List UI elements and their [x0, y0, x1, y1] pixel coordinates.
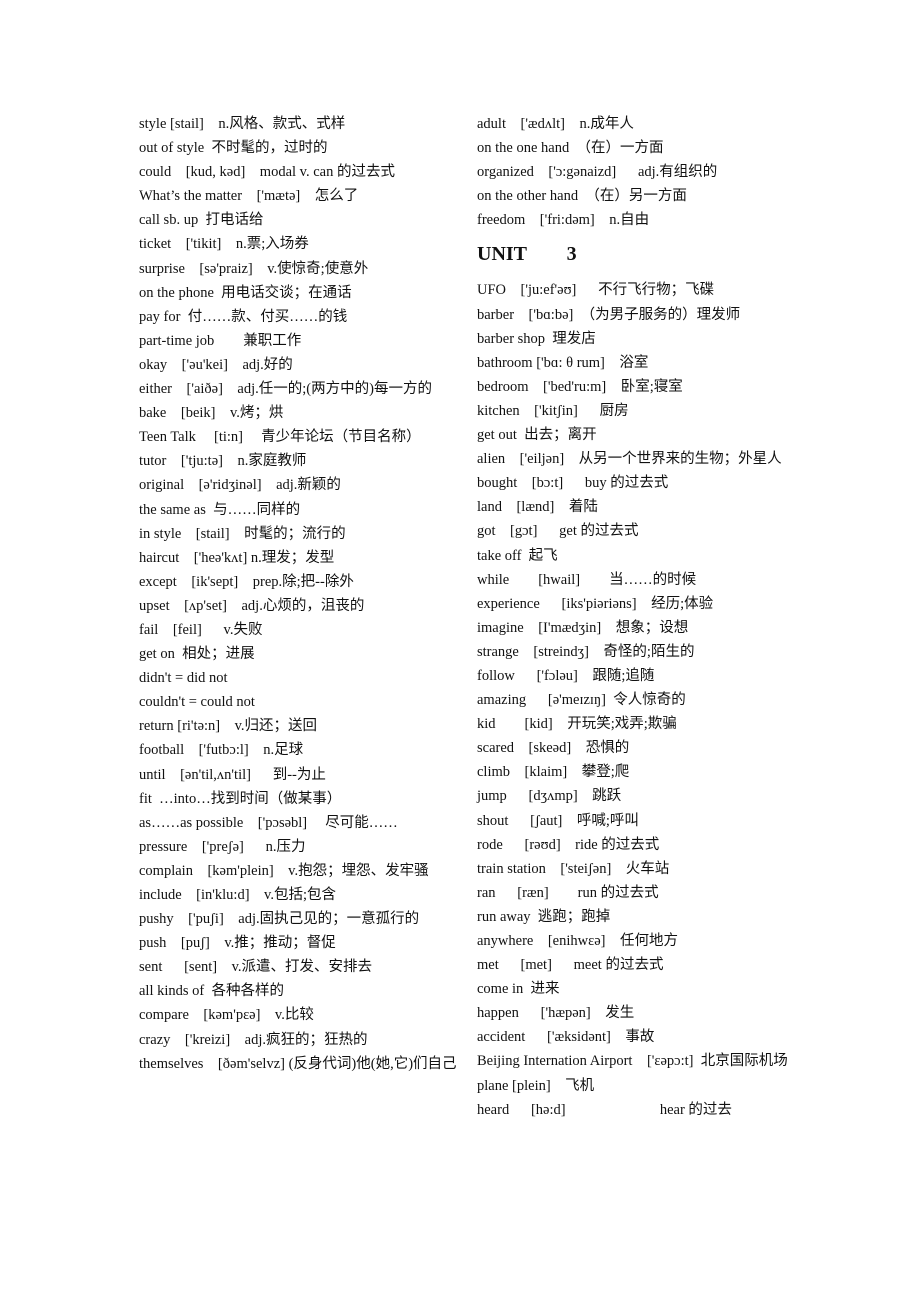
vocab-entry: call sb. up 打电话给	[139, 212, 264, 229]
vocab-entry: got [gɔt] get 的过去式	[477, 523, 639, 540]
vocab-entry: on the other hand （在）另一方面	[477, 188, 687, 205]
vocab-entry: adult ['ædʌlt] n.成年人	[477, 116, 634, 132]
vocab-entry: Teen Talk [ti:n] 青少年论坛（节目名称）	[139, 429, 421, 446]
vocab-entry: happen ['hæpən] 发生	[477, 1005, 635, 1022]
vocab-entry: Beijing Internation Airport ['εəpɔ:t] 北京…	[477, 1053, 788, 1070]
vocab-entry: run away 逃跑；跑掉	[477, 908, 611, 925]
vocab-entry: the same as 与……同样的	[139, 501, 301, 518]
vocab-entry: original [ə'ridʒinəl] adj.新颖的	[139, 477, 341, 494]
vocab-entry: freedom ['fri:dəm] n.自由	[477, 212, 650, 229]
vocab-entry: get out 出去；离开	[477, 427, 597, 444]
vocab-entry: return [ri'tə:n] v.归还；送回	[139, 718, 318, 735]
vocab-entry: kid [kid] 开玩笑;戏弄;欺骗	[477, 716, 677, 733]
vocab-entry: in style [stail] 时髦的；流行的	[139, 525, 346, 542]
vocab-entry: anywhere [enihwεə] 任何地方	[477, 933, 678, 949]
vocab-entry: amazing [ə'meɪzɪŋ] 令人惊奇的	[477, 692, 686, 709]
vocab-entry: pressure ['preʃə] n.压力	[139, 838, 306, 855]
vocab-entry: push [puʃ] v.推；推动；督促	[139, 935, 336, 952]
unit-2-entries-tail: adult ['ædʌlt] n.成年人 on the one hand （在）一…	[477, 112, 795, 232]
vocab-entry: kitchen ['kitʃin] 厨房	[477, 402, 629, 419]
vocab-entry: sent [sent] v.派遣、打发、安排去	[139, 959, 373, 976]
vocab-entry: could [kud, kəd] modal v. can 的过去式	[139, 164, 395, 181]
vocab-entry: bathroom ['bɑ: θ rum] 浴室	[477, 354, 649, 371]
vocab-entry: strange [streindʒ] 奇怪的;陌生的	[477, 643, 695, 660]
vocab-entry: organized ['ɔ:gənaizd] adj.有组织的	[477, 164, 718, 181]
vocab-entry: plane [plein] 飞机	[477, 1077, 595, 1094]
vocab-entry: either ['aiðə] adj.任一的;(两方中的)每一方的	[139, 381, 432, 398]
vocab-entry: land [lænd] 着陆	[477, 499, 598, 516]
vocab-entry: climb [klaim] 攀登;爬	[477, 764, 630, 781]
vocab-entry: barber ['bɑ:bə] （为男子服务的）理发师	[477, 306, 741, 323]
vocab-entry: alien ['eiljən] 从另一个世界来的生物；外星人	[477, 451, 782, 468]
vocab-entry: UFO ['ju:ef'əʊ] 不行飞行物；飞碟	[477, 282, 715, 299]
vocab-entry: couldn't = could not	[139, 694, 255, 711]
vocab-entry: style [stail] n.风格、款式、式样	[139, 116, 346, 132]
vocab-entry: as……as possible ['pɔsəbl] 尽可能……	[139, 814, 398, 831]
unit-3-heading: UNIT 3	[477, 243, 577, 266]
vocab-entry: surprise [sə'praiz] v.使惊奇;使意外	[139, 260, 369, 277]
vocab-entry: didn't = did not	[139, 670, 228, 687]
vocab-entry: get on 相处；进展	[139, 646, 255, 663]
vocab-entry: on the one hand （在）一方面	[477, 140, 664, 157]
vocab-entry: ran [ræn] run 的过去式	[477, 884, 659, 901]
vocab-entry: jump [dʒʌmp] 跳跃	[477, 788, 622, 805]
vocab-entry: scared [skeəd] 恐惧的	[477, 740, 630, 757]
vocab-entry: ticket ['tikit] n.票;入场券	[139, 236, 309, 253]
vocab-entry: heard [hə:d] hear 的过去	[477, 1101, 732, 1118]
vocab-entry: rode [rəʊd] ride 的过去式	[477, 836, 660, 853]
vocab-entry: fit …into…找到时间（做某事）	[139, 790, 342, 807]
vocab-entry: bake [beik] v.烤；烘	[139, 405, 284, 422]
vocab-entry: upset [ʌp'set] adj.心烦的，沮丧的	[139, 597, 365, 614]
vocab-entry: football ['futbɔ:l] n.足球	[139, 742, 304, 759]
vocab-entry: met [met] meet 的过去式	[477, 957, 664, 974]
vocab-entry: experience [iks'piəriəns] 经历;体验	[477, 595, 714, 612]
vocab-entry: out of style 不时髦的，过时的	[139, 140, 328, 157]
vocab-entry: while [hwail] 当……的时候	[477, 571, 697, 588]
vocab-entry: What’s the matter ['mætə] 怎么了	[139, 188, 359, 205]
vocab-entry: fail [feil] v.失败	[139, 621, 263, 638]
vocab-entry: okay ['əu'kei] adj.好的	[139, 356, 293, 373]
vocab-entry: imagine [I'mædʒin] 想象；设想	[477, 619, 689, 636]
vocab-entry: follow ['fɔləu] 跟随;追随	[477, 667, 655, 684]
vocab-entry: shout [ʃaut] 呼喊;呼叫	[477, 812, 639, 829]
vocab-entry: until [ən'til,ʌn'til] 到--为止	[139, 766, 326, 783]
unit-3-entries: UFO ['ju:ef'əʊ] 不行飞行物；飞碟 barber ['bɑ:bə] …	[477, 278, 795, 1121]
vocab-entry: haircut ['heə'kʌt] n.理发；发型	[139, 549, 335, 566]
vocab-entry: themselves [ðəm'selvz] (反身代词)他(她,它)们自己	[139, 1055, 457, 1072]
vocab-entry: on the phone 用电话交谈；在通话	[139, 284, 352, 301]
vocab-entry: except [ik'sept] prep.除;把--除外	[139, 573, 354, 590]
vocab-entry: include [in'klu:d] v.包括;包含	[139, 887, 336, 903]
vocab-entry: complain [kəm'plein] v.抱怨；埋怨、发牢骚	[139, 862, 429, 879]
vocab-entry: accident ['æksidənt] 事故	[477, 1029, 655, 1046]
left-column: style [stail] n.风格、款式、式样 out of style 不时髦…	[139, 112, 457, 1076]
vocab-entry: crazy ['kreizi] adj.疯狂的；狂热的	[139, 1031, 368, 1048]
vocab-entry: train station ['steiʃən] 火车站	[477, 860, 670, 877]
vocab-entry: tutor ['tju:tə] n.家庭教师	[139, 453, 307, 470]
right-column: adult ['ædʌlt] n.成年人 on the one hand （在）一…	[477, 112, 795, 1122]
vocab-entry: come in 进来	[477, 981, 560, 998]
vocab-entry: bedroom ['bed'ru:m] 卧室;寝室	[477, 378, 683, 395]
vocab-entry: pushy ['puʃi] adj.固执己见的；一意孤行的	[139, 911, 420, 928]
vocab-entry: barber shop 理发店	[477, 330, 596, 347]
vocab-entry: compare [kəm'pεə] v.比较	[139, 1007, 314, 1024]
vocab-entry: pay for 付……款、付买……的钱	[139, 308, 348, 325]
vocab-entry: all kinds of 各种各样的	[139, 983, 284, 1000]
vocab-entry: bought [bɔ:t] buy 的过去式	[477, 475, 669, 492]
vocab-entry: part-time job 兼职工作	[139, 332, 302, 349]
vocab-entry: take off 起飞	[477, 547, 558, 564]
